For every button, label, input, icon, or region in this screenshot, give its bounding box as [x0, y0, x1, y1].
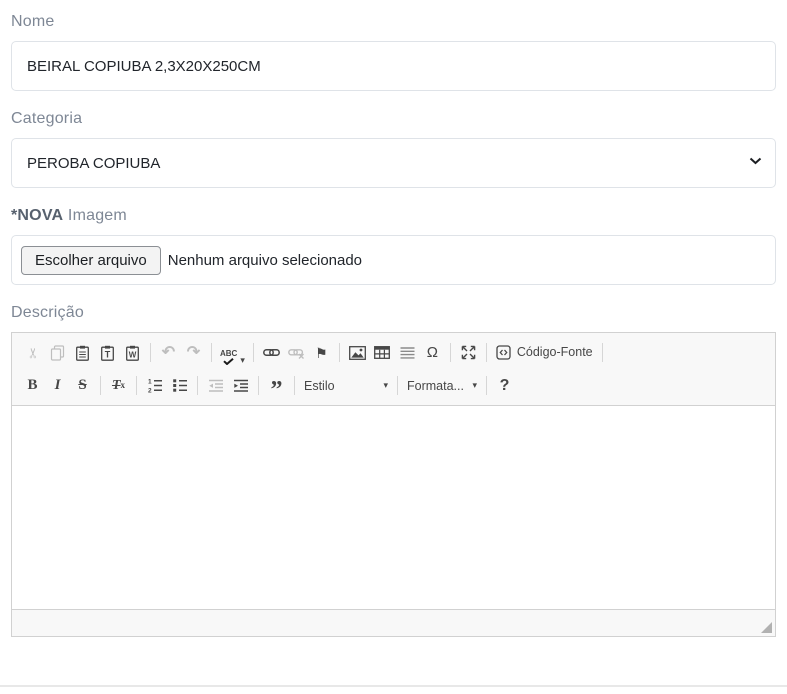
about-icon[interactable]: ? — [492, 373, 517, 398]
svg-text:1: 1 — [147, 379, 151, 386]
file-status-text: Nenhum arquivo selecionado — [168, 252, 362, 269]
toolbar-separator — [339, 343, 340, 362]
bold-icon[interactable]: B — [20, 373, 45, 398]
imagem-label: *NOVA Imagem — [11, 207, 776, 225]
source-code-label: Código-Fonte — [517, 346, 593, 359]
page-divider — [0, 685, 787, 687]
table-icon[interactable] — [370, 340, 395, 365]
editor-content[interactable] — [12, 406, 775, 609]
nome-input[interactable] — [11, 41, 776, 91]
source-code-button[interactable]: Código-Fonte — [492, 340, 597, 365]
categoria-select-wrap: PEROBA COPIUBA — [11, 138, 776, 188]
link-icon[interactable] — [259, 340, 284, 365]
categoria-label: Categoria — [11, 110, 776, 128]
toolbar-row-1: ✂ T W ↶ ↷ ABC — [20, 336, 767, 369]
imagem-label-text: Imagem — [68, 207, 127, 224]
toolbar-separator — [136, 376, 137, 395]
editor-statusbar — [12, 609, 775, 636]
toolbar-separator — [100, 376, 101, 395]
rich-text-editor: ✂ T W ↶ ↷ ABC — [11, 332, 776, 637]
resize-handle-icon[interactable] — [761, 622, 772, 633]
descricao-label: Descrição — [11, 304, 776, 322]
chevron-down-icon: ▾ — [472, 381, 477, 390]
svg-text:W: W — [129, 350, 137, 359]
imagem-label-strong: *NOVA — [11, 207, 63, 224]
toolbar-separator — [602, 343, 603, 362]
styles-dropdown-label: Estilo — [304, 379, 383, 393]
toolbar-separator — [294, 376, 295, 395]
source-code-icon — [496, 345, 511, 360]
paragraph-format-dropdown[interactable]: Formata... ▾ — [403, 373, 481, 398]
horizontal-rule-icon[interactable] — [395, 340, 420, 365]
strikethrough-icon[interactable]: S — [70, 373, 95, 398]
styles-dropdown[interactable]: Estilo ▾ — [300, 373, 392, 398]
editor-toolbar: ✂ T W ↶ ↷ ABC — [12, 333, 775, 406]
toolbar-separator — [486, 376, 487, 395]
toolbar-separator — [486, 343, 487, 362]
image-icon[interactable] — [345, 340, 370, 365]
product-form: Nome Categoria PEROBA COPIUBA *NOVA Imag… — [0, 13, 787, 637]
toolbar-separator — [211, 343, 212, 362]
toolbar-row-2: B I S Tx 12 ” — [20, 369, 767, 402]
paste-from-word-icon[interactable]: W — [120, 340, 145, 365]
undo-icon[interactable]: ↶ — [156, 340, 181, 365]
nome-label: Nome — [11, 13, 776, 31]
paragraph-format-label: Formata... — [407, 379, 472, 393]
decrease-indent-icon[interactable] — [203, 373, 228, 398]
toolbar-separator — [150, 343, 151, 362]
toolbar-separator — [197, 376, 198, 395]
toolbar-separator — [258, 376, 259, 395]
redo-icon[interactable]: ↷ — [181, 340, 206, 365]
remove-format-icon[interactable]: Tx — [106, 373, 131, 398]
toolbar-separator — [253, 343, 254, 362]
categoria-select[interactable]: PEROBA COPIUBA — [11, 138, 776, 188]
numbered-list-icon[interactable]: 12 — [142, 373, 167, 398]
unlink-icon[interactable] — [284, 340, 309, 365]
chevron-down-icon: ▾ — [383, 381, 388, 390]
svg-text:T: T — [105, 349, 111, 359]
cut-icon[interactable]: ✂ — [20, 340, 45, 365]
bulleted-list-icon[interactable] — [167, 373, 192, 398]
special-character-icon[interactable]: Ω — [420, 340, 445, 365]
toolbar-separator — [450, 343, 451, 362]
toolbar-separator — [397, 376, 398, 395]
increase-indent-icon[interactable] — [228, 373, 253, 398]
svg-text:2: 2 — [147, 387, 151, 393]
choose-file-button[interactable]: Escolher arquivo — [21, 246, 161, 275]
file-input[interactable]: Escolher arquivo Nenhum arquivo selecion… — [11, 235, 776, 285]
blockquote-icon[interactable]: ” — [264, 373, 289, 398]
paste-plain-text-icon[interactable]: T — [95, 340, 120, 365]
copy-icon[interactable] — [45, 340, 70, 365]
anchor-icon[interactable]: ⚑ — [309, 340, 334, 365]
paste-icon[interactable] — [70, 340, 95, 365]
italic-icon[interactable]: I — [45, 373, 70, 398]
spellcheck-icon[interactable]: ABC ▾ — [217, 340, 248, 365]
maximize-icon[interactable] — [456, 340, 481, 365]
